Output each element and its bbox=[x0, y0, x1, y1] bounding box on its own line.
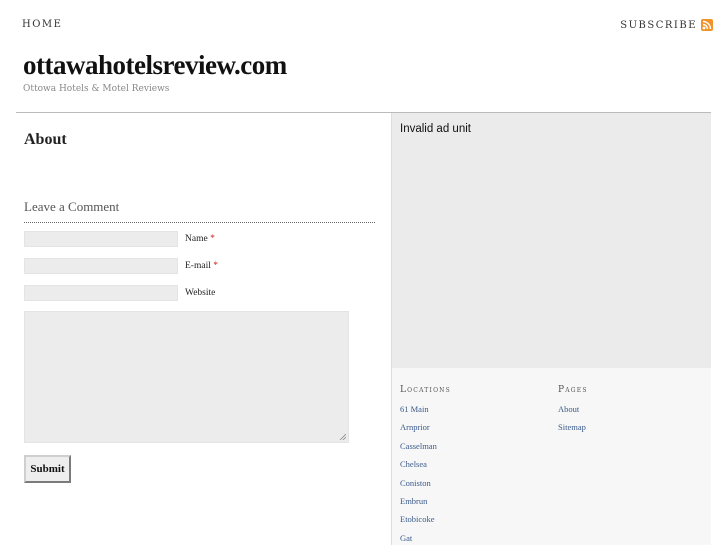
location-link[interactable]: Casselman bbox=[400, 441, 437, 459]
sidebar: Locations 61 Main Arnprior Casselman Che… bbox=[392, 368, 711, 545]
comment-textarea[interactable] bbox=[24, 311, 349, 443]
subscribe-label: SUBSCRIBE bbox=[620, 19, 697, 31]
pages-widget-title: Pages bbox=[558, 385, 588, 395]
pages-list: About Sitemap bbox=[558, 404, 586, 441]
location-link[interactable]: Embrun bbox=[400, 496, 437, 514]
website-label: Website bbox=[185, 288, 216, 298]
site-title[interactable]: ottawahotelsreview.com bbox=[23, 50, 287, 81]
location-link[interactable]: 61 Main bbox=[400, 404, 437, 422]
required-mark: * bbox=[210, 234, 215, 244]
resize-grip-icon[interactable] bbox=[339, 433, 346, 440]
page-link[interactable]: About bbox=[558, 404, 586, 422]
page-title: About bbox=[24, 131, 67, 148]
required-mark: * bbox=[213, 261, 218, 271]
ad-unit: Invalid ad unit bbox=[392, 113, 711, 368]
name-input[interactable] bbox=[24, 231, 178, 247]
page-link[interactable]: Sitemap bbox=[558, 422, 586, 440]
email-label-text: E-mail bbox=[185, 261, 211, 271]
rss-icon[interactable] bbox=[701, 19, 713, 31]
email-label: E-mail * bbox=[185, 261, 218, 271]
nav-home-link[interactable]: HOME bbox=[22, 19, 62, 30]
name-label: Name * bbox=[185, 234, 215, 244]
ad-unit-text: Invalid ad unit bbox=[400, 123, 471, 135]
name-label-text: Name bbox=[185, 234, 208, 244]
comment-heading: Leave a Comment bbox=[24, 199, 120, 214]
email-input[interactable] bbox=[24, 258, 178, 274]
website-input[interactable] bbox=[24, 285, 178, 301]
location-link[interactable]: Chelsea bbox=[400, 459, 437, 477]
comment-divider bbox=[24, 222, 375, 223]
main-content: About Leave a Comment Name * E-mail * We… bbox=[16, 113, 391, 545]
top-navigation: HOME SUBSCRIBE bbox=[0, 0, 727, 40]
location-link[interactable]: Coniston bbox=[400, 478, 437, 496]
location-link[interactable]: Etobicoke bbox=[400, 514, 437, 532]
submit-button[interactable]: Submit bbox=[24, 455, 71, 483]
locations-list: 61 Main Arnprior Casselman Chelsea Conis… bbox=[400, 404, 437, 545]
location-link[interactable]: Arnprior bbox=[400, 422, 437, 440]
locations-widget-title: Locations bbox=[400, 385, 451, 395]
site-tagline: Ottowa Hotels & Motel Reviews bbox=[23, 84, 170, 94]
location-link[interactable]: Gat bbox=[400, 533, 437, 545]
subscribe-link[interactable]: SUBSCRIBE bbox=[620, 19, 713, 31]
